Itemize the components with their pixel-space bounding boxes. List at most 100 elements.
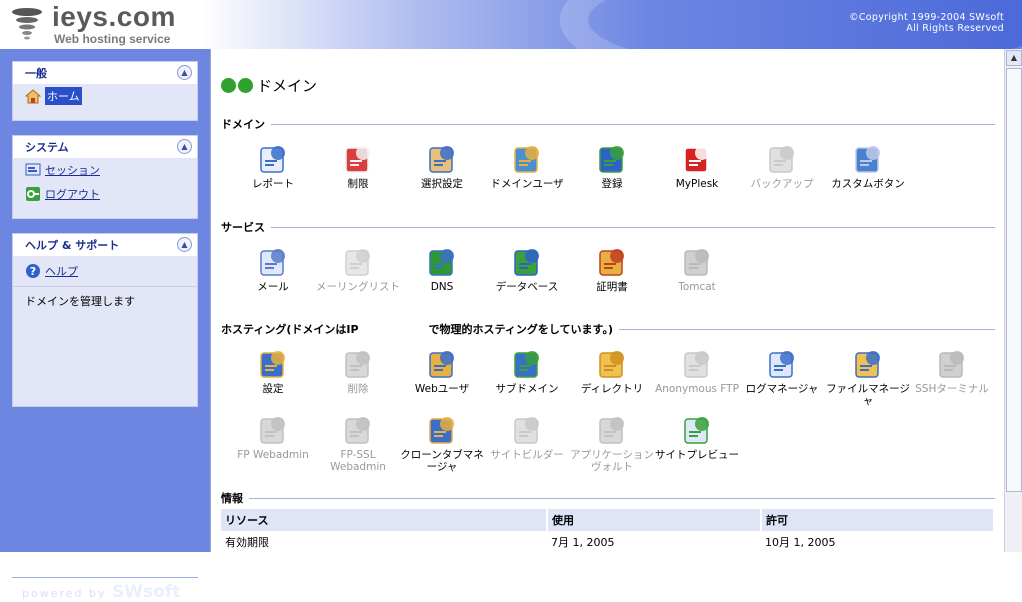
help-box-title: ヘルプ & サポート [25, 239, 120, 252]
tool-preferences[interactable]: 選択設定 [399, 142, 485, 190]
column-header: 許可 [761, 509, 995, 531]
powered-by: powered by SWsoft [22, 582, 180, 602]
system-box-title: システム [25, 141, 69, 154]
tool-database[interactable]: データベース [484, 245, 570, 293]
section-title-text: サービス [221, 221, 265, 234]
collapse-icon[interactable]: ▲ [177, 237, 192, 252]
copyright: ©Copyright 1999-2004 SWsoft All Rights R… [849, 12, 1004, 34]
tool-subdomain[interactable]: サブドメイン [484, 347, 570, 395]
session-icon [25, 163, 41, 176]
tool-label: 証明書 [596, 281, 628, 293]
tool-limits[interactable]: 制限 [315, 142, 401, 190]
tool-custom-button[interactable]: カスタムボタン [825, 142, 911, 190]
table-row: 有効期限 7月 1, 2005 10月 1, 2005 [221, 531, 994, 553]
tool-label: ログマネージャ [745, 383, 819, 395]
tool-web-user[interactable]: Webユーザ [399, 347, 485, 395]
logo-title: ieys.com [52, 1, 176, 32]
help-icon: ? [26, 264, 40, 278]
tool-label: 登録 [601, 178, 623, 190]
tool-label: 削除 [347, 383, 369, 395]
logout-link[interactable]: ログアウト [45, 186, 100, 202]
ssh-terminal-icon [935, 347, 969, 381]
tool-label: サブドメイン [495, 383, 559, 395]
main-content: ドメイン ドメイン レポート 制限 選択設定 ドメインユーザ 登録 MyPlesk バックア… [210, 49, 1004, 552]
tool-settings[interactable]: 設定 [230, 347, 316, 395]
tool-label: FP-SSL Webadmin [330, 449, 386, 473]
tool-label: アプリケーションヴォルト [570, 449, 654, 473]
tool-label: MyPlesk [675, 178, 719, 190]
sidebar-item-logout[interactable]: ログアウト [13, 182, 197, 206]
tool-mailing-list: メーリングリスト [315, 245, 401, 293]
tool-domain-user[interactable]: ドメインユーザ [484, 142, 570, 190]
tool-label: カスタムボタン [831, 178, 905, 190]
section-title-text: ドメイン [221, 118, 265, 131]
general-box-header: 一般 ▲ [13, 62, 197, 84]
tool-label: クローンタブマネージャ [400, 449, 484, 473]
domain-user-icon [510, 142, 544, 176]
sidebar-item-session[interactable]: セッション [13, 158, 197, 182]
app-vault-icon [595, 413, 629, 447]
tool-myplesk[interactable]: MyPlesk [654, 142, 740, 190]
tool-label: SSHターミナル [915, 383, 989, 395]
section-title-text: ホスティング(ドメインはIP [221, 323, 359, 336]
table-cell: 7月 1, 2005 [551, 536, 615, 549]
help-link[interactable]: ヘルプ [45, 263, 78, 279]
svg-text:?: ? [30, 265, 36, 278]
tool-label: レポート [252, 178, 294, 190]
tool-dns[interactable]: DNS [399, 245, 485, 293]
logo-subtitle: Web hosting service [54, 32, 171, 46]
tool-label: メーリングリスト [316, 281, 400, 293]
tool-file-manager[interactable]: ファイルマネージャ [825, 347, 911, 407]
help-description: ドメインを管理します [13, 286, 197, 315]
arrow-right-icon[interactable] [238, 78, 253, 93]
dns-icon [425, 245, 459, 279]
tool-label: FP Webadmin [237, 449, 309, 461]
sidebar-item-help[interactable]: ? ヘルプ [13, 259, 197, 283]
sidebar-item-label[interactable]: ホーム [45, 87, 82, 105]
mailing-list-icon [341, 245, 375, 279]
tool-certificate[interactable]: 証明書 [569, 245, 655, 293]
sitebuilder-icon [510, 413, 544, 447]
sidebar-item-home[interactable]: ホーム [13, 84, 197, 108]
fp-webadmin-icon [256, 413, 290, 447]
collapse-icon[interactable]: ▲ [177, 65, 192, 80]
tool-label: ディレクトリ [580, 383, 644, 395]
mail-icon [256, 245, 290, 279]
tool-fp-webadmin: FP Webadmin [230, 413, 316, 461]
tool-site-preview[interactable]: サイトプレビュー [654, 413, 740, 461]
tool-log-manager[interactable]: ログマネージャ [739, 347, 825, 395]
system-box: システム ▲ セッション ログアウト [12, 135, 198, 219]
copyright-line: ©Copyright 1999-2004 SWsoft [849, 12, 1004, 23]
tool-fp-ssl-webadmin: FP-SSL Webadmin [315, 413, 401, 473]
tool-label: Webユーザ [414, 383, 470, 395]
tomcat-icon [680, 245, 714, 279]
web-user-icon [425, 347, 459, 381]
hosting-tools-row1: 設定 削除 Webユーザ サブドメイン ディレクトリ Anonymous FTP ログマネー… [221, 347, 1001, 407]
tool-label: サイトビルダー [490, 449, 564, 461]
tool-delete: 削除 [315, 347, 401, 395]
scroll-thumb[interactable] [1006, 68, 1022, 492]
check-icon [221, 78, 236, 93]
top-header: ieys.com Web hosting service ©Copyright … [0, 0, 1022, 49]
tool-directory[interactable]: ディレクトリ [569, 347, 655, 395]
tool-backup: バックアップ [739, 142, 825, 190]
limits-icon [341, 142, 375, 176]
tool-register[interactable]: 登録 [569, 142, 655, 190]
vertical-scrollbar[interactable]: ▲ [1004, 49, 1022, 552]
tool-label: Anonymous FTP [655, 383, 739, 395]
table-header-row: リソース 使用 許可 [221, 509, 995, 531]
tool-crontab[interactable]: クローンタブマネージャ [399, 413, 485, 473]
scroll-up-button[interactable]: ▲ [1006, 50, 1022, 66]
section-info-title: 情報 [221, 490, 995, 506]
tool-report[interactable]: レポート [230, 142, 316, 190]
sidebar: 一般 ▲ ホーム システム ▲ セッション ログアウト ヘルプ & サポート ▲… [0, 49, 210, 602]
powered-by-prefix: powered by [22, 587, 107, 600]
session-link[interactable]: セッション [45, 162, 100, 178]
directory-icon [595, 347, 629, 381]
tool-label: メール [257, 281, 289, 293]
tool-label: 制限 [347, 178, 369, 190]
tool-mail[interactable]: メール [230, 245, 316, 293]
services-tools: メール メーリングリスト DNS データベース 証明書 Tomcat [221, 245, 1001, 297]
tool-label: ファイルマネージャ [826, 383, 910, 407]
collapse-icon[interactable]: ▲ [177, 139, 192, 154]
